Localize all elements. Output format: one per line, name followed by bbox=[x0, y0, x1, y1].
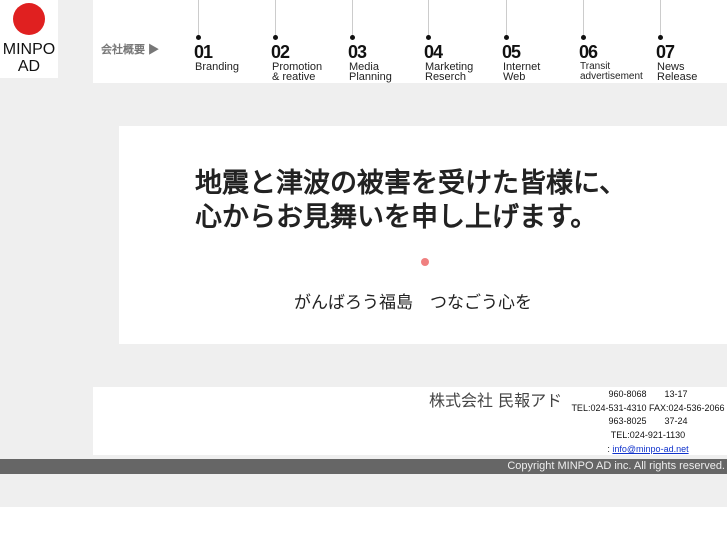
nav-label-line2: & reative bbox=[272, 71, 316, 83]
nav-number: 03 bbox=[348, 42, 367, 62]
nav-line bbox=[198, 0, 199, 36]
nav-label: News Release bbox=[657, 62, 698, 83]
nav-label: Branding bbox=[195, 61, 240, 73]
phone-fax-line: TEL:024-531-4310 FAX:024-536-2066 bbox=[571, 402, 725, 413]
nav-number: 02 bbox=[271, 42, 290, 62]
nav-label: Promotion & reative bbox=[272, 62, 322, 83]
about-company-link[interactable]: 会社概要 ▶ bbox=[101, 41, 159, 57]
nav-number: 06 bbox=[579, 42, 598, 62]
nav-dot bbox=[658, 35, 663, 40]
email-link[interactable]: info@minpo-ad.net bbox=[612, 444, 688, 454]
phone-line: TEL:024-921-1130 bbox=[610, 430, 686, 441]
nav-label-line2: Reserch bbox=[425, 71, 466, 83]
nav-number: 01 bbox=[194, 42, 213, 62]
nav-number: 07 bbox=[656, 42, 675, 62]
logo[interactable]: MINPO AD bbox=[0, 0, 58, 78]
nav-line bbox=[428, 0, 429, 36]
address-line: 960-8068 13-17 bbox=[608, 389, 688, 399]
nav-label: Media Planning bbox=[349, 62, 392, 83]
nav-dot bbox=[273, 35, 278, 40]
company-name: 株式会社 民報アド bbox=[429, 391, 563, 410]
nav-label: Transit advertisement bbox=[580, 62, 643, 82]
nav-label-line2: Release bbox=[657, 71, 698, 83]
nav-line bbox=[583, 0, 584, 36]
logo-text: MINPO AD bbox=[0, 41, 58, 75]
nav-label-line1: Branding bbox=[195, 61, 240, 73]
nav-dot bbox=[426, 35, 431, 40]
main-message-panel: 地震と津波の被害を受けた皆様に、 心からお見舞いを申し上げます。 がんばろう福島 … bbox=[119, 126, 727, 344]
address-line: 963-8025 37-24 bbox=[608, 416, 688, 427]
nav-line bbox=[660, 0, 661, 36]
nav-label-line2: Web bbox=[503, 71, 526, 83]
nav-line bbox=[506, 0, 507, 36]
logo-text-line2: AD bbox=[17, 58, 41, 75]
nav-number: 05 bbox=[502, 42, 521, 62]
nav-line bbox=[275, 0, 276, 36]
nav-label: Marketing Reserch bbox=[425, 62, 473, 83]
copyright: Copyright MINPO AD inc. All rights reser… bbox=[0, 459, 727, 474]
subtitle: がんばろう福島 つなごう心を bbox=[294, 293, 532, 312]
nav-number: 04 bbox=[424, 42, 443, 62]
nav-label: Internet Web bbox=[503, 62, 540, 83]
message-line2: 心からお見舞いを申し上げます。 bbox=[195, 202, 598, 232]
logo-text-line1: MINPO bbox=[2, 41, 56, 58]
footer: 株式会社 民報アド 960-8068 13-17 TEL:024-531-431… bbox=[93, 387, 727, 455]
logo-mark-icon bbox=[13, 3, 45, 35]
nav-line bbox=[352, 0, 353, 36]
nav-dot bbox=[581, 35, 586, 40]
nav-label-line2: advertisement bbox=[580, 71, 643, 82]
nav-dot bbox=[196, 35, 201, 40]
nav-label-line2: Planning bbox=[349, 71, 392, 83]
message-line1: 地震と津波の被害を受けた皆様に、 bbox=[195, 168, 627, 198]
header-nav: 会社概要 ▶ 01 Branding 02 Promotion & reative 03 M… bbox=[93, 0, 727, 83]
nav-dot bbox=[504, 35, 509, 40]
condolence-message: 地震と津波の被害を受けた皆様に、 心からお見舞いを申し上げます。 bbox=[195, 166, 626, 234]
nav-dot bbox=[350, 35, 355, 40]
decorative-dot bbox=[421, 258, 429, 266]
contact-info: 960-8068 13-17 TEL:024-531-4310 FAX:024-… bbox=[563, 388, 727, 457]
